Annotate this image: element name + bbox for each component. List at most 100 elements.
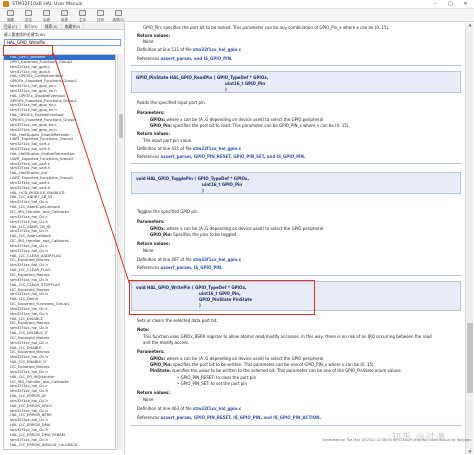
togglepin-prototype: void HAL_GPIO_TogglePin ( GPIO_TypeDef *… — [131, 172, 461, 194]
top-return-value: None — [143, 39, 154, 44]
writepin-p1-desc: where x can be (A..G depending on device… — [166, 356, 324, 361]
annotation-writepin-highlight — [129, 280, 315, 315]
hide-icon — [7, 10, 14, 16]
separator — [131, 425, 461, 426]
togglepin-proto-line1: void HAL_GPIO_TogglePin ( GPIO_TypeDef *… — [136, 176, 249, 181]
tab-favorites[interactable]: 收藏夹(I) — [62, 23, 85, 29]
writepin-refs-links[interactable]: assert_param, GPIO_PIN_RESET, IS_GPIO_PI… — [161, 415, 321, 420]
writepin-refs-text: References — [137, 415, 160, 420]
index-list-item[interactable]: HAL_I2C_ERROR_INVALID_CALLBACK — [4, 443, 115, 448]
togglepin-params-title: Parameters: — [137, 219, 165, 224]
readpin-return-title: Return values: — [137, 131, 170, 136]
top-refs-text: References — [137, 56, 160, 61]
top-param-line: GPIO_Pin: specifies the port bit to be l… — [143, 25, 390, 30]
togglepin-refs-links[interactable]: assert_param, IS_GPIO_PIN. — [161, 265, 223, 270]
home-icon — [79, 10, 86, 16]
content-scroll-thumb[interactable] — [467, 323, 473, 393]
writepin-definition-text: Definition at line 463 of file — [137, 406, 192, 411]
forward-icon — [61, 10, 68, 16]
maximize-button[interactable]: □ — [444, 1, 457, 8]
togglepin-p1-name: GPIOx: — [150, 226, 166, 231]
separator — [131, 163, 461, 164]
index-scroll-thumb[interactable] — [119, 114, 123, 138]
writepin-p3-desc: specifies the value to be written to the… — [172, 368, 402, 373]
readpin-proto-line2: uint16_t GPIO_Pin — [225, 81, 266, 86]
top-definition-text: Definition at line 511 of file — [137, 47, 192, 52]
readpin-p1-desc: where x can be (A..G depending on device… — [166, 117, 324, 122]
togglepin-return-value: None — [143, 248, 154, 253]
writepin-p1-name: GPIOx: — [150, 356, 166, 361]
writepin-bullet-reset: • GPIO_PIN_RESET: to clear the port pin — [177, 375, 256, 380]
tab-index[interactable]: 索引(N) — [21, 23, 42, 29]
readpin-prototype: GPIO_PinState HAL_GPIO_ReadPin ( GPIO_Ty… — [131, 71, 461, 93]
togglepin-proto-line2: uint16_t GPIO_Pin — [202, 182, 243, 187]
home-button[interactable]: 主页 — [75, 9, 90, 22]
nav-tabs: 目录(C) 索引(N) 搜索(S) 收藏夹(I) — [1, 23, 124, 30]
annotation-search-highlight — [3, 45, 53, 56]
toolbar: 隐藏 定位 后退 前进 主页 打印 选项(O) — [0, 9, 474, 22]
minimize-button[interactable]: – — [429, 1, 442, 8]
keyword-label: 键入要查找的关键字(W): — [4, 32, 47, 37]
index-list: HAL_GPIO_WritePin GPIO_Exported_Functions… — [3, 54, 116, 450]
watermark: 知乎 @过渡 — [392, 433, 446, 443]
tab-contents[interactable]: 目录(C) — [1, 23, 22, 29]
readpin-refs-links[interactable]: assert_param, GPIO_PIN_RESET, GPIO_PIN_S… — [161, 154, 306, 159]
togglepin-proto-line3: ) — [202, 188, 204, 193]
readpin-definition-link[interactable]: stm32f1xx_hal_gpio.c — [193, 146, 241, 151]
separator — [131, 275, 461, 276]
title-bar: STM32F10xB HAL User Manual – □ ✕ — [0, 0, 474, 9]
locate-button[interactable]: 定位 — [21, 9, 36, 22]
readpin-return-value: The input port pin value. — [143, 138, 193, 143]
readpin-p1-name: GPIOx: — [150, 117, 166, 122]
content-scrollbar[interactable]: ▲ ▼ — [465, 23, 473, 454]
readpin-p2-desc: specifies the port bit to read. This par… — [173, 123, 350, 128]
readpin-p2-name: GPIO_Pin: — [150, 123, 172, 128]
togglepin-definition-text: Definition at line 467 of file — [137, 257, 192, 262]
writepin-return-value: None — [143, 397, 154, 402]
togglepin-p2-desc: Specifies the pins to be toggled. — [173, 232, 238, 237]
tab-search[interactable]: 搜索(S) — [42, 23, 62, 29]
togglepin-description: Toggles the specified GPIO pin. — [137, 209, 199, 214]
forward-button[interactable]: 前进 — [57, 9, 72, 22]
readpin-params-title: Parameters: — [137, 110, 165, 115]
separator — [131, 65, 461, 66]
options-button[interactable]: 选项(O) — [111, 9, 126, 22]
writepin-p2-name: GPIO_Pin: — [150, 362, 172, 367]
readpin-description: Reads the specified input port pin. — [137, 100, 206, 105]
close-button[interactable]: ✕ — [459, 1, 472, 8]
top-definition-link[interactable]: stm32f1xx_hal_gpio.c — [193, 47, 241, 52]
top-return-title: Return values: — [137, 33, 170, 38]
scroll-up-icon[interactable]: ▲ — [467, 23, 473, 27]
togglepin-return-title: Return values: — [137, 241, 170, 246]
readpin-proto-line3: ) — [225, 87, 227, 92]
readpin-refs-text: References — [137, 154, 160, 159]
readpin-proto-line1: GPIO_PinState HAL_GPIO_ReadPin ( GPIO_Ty… — [136, 75, 269, 80]
writepin-p2-desc: specifies the port bit to be written. Th… — [173, 362, 375, 367]
top-refs-links[interactable]: assert_param, and IS_GPIO_PIN. — [161, 56, 233, 61]
print-icon — [97, 10, 104, 16]
togglepin-p2-name: GPIO_Pin: — [150, 232, 172, 237]
togglepin-p1-desc: where x can be (A..G depending on device… — [166, 226, 324, 231]
writepin-p3-name: PinState: — [150, 368, 171, 373]
togglepin-definition-link[interactable]: stm32f1xx_hal_gpio.c — [193, 257, 241, 262]
writepin-note-line2: and the modify access. — [143, 340, 190, 345]
back-icon — [43, 10, 50, 16]
scroll-down-icon[interactable]: ▼ — [467, 450, 473, 454]
writepin-return-title: Return values: — [137, 390, 170, 395]
writepin-bullet-set: • GPIO_PIN_SET: to set the port pin — [177, 381, 247, 386]
window-controls: – □ ✕ — [429, 1, 472, 8]
hide-button[interactable]: 隐藏 — [3, 9, 18, 22]
readpin-definition-text: Definition at line 431 of file — [137, 146, 192, 151]
content-pane: GPIO_Pin: specifies the port bit to be l… — [127, 23, 464, 454]
print-button[interactable]: 打印 — [93, 9, 108, 22]
app-icon — [3, 1, 9, 7]
writepin-definition-link[interactable]: stm32f1xx_hal_gpio.c — [193, 406, 241, 411]
locate-icon — [25, 10, 32, 16]
options-icon — [115, 10, 122, 16]
window-title: STM32F10xB HAL User Manual — [12, 1, 83, 7]
writepin-description: Sets or clears the selected data port bi… — [137, 318, 218, 323]
back-button[interactable]: 后退 — [39, 9, 54, 22]
writepin-params-title: Parameters: — [137, 349, 165, 354]
writepin-note-title: Note: — [137, 327, 150, 332]
togglepin-refs-text: References — [137, 265, 160, 270]
